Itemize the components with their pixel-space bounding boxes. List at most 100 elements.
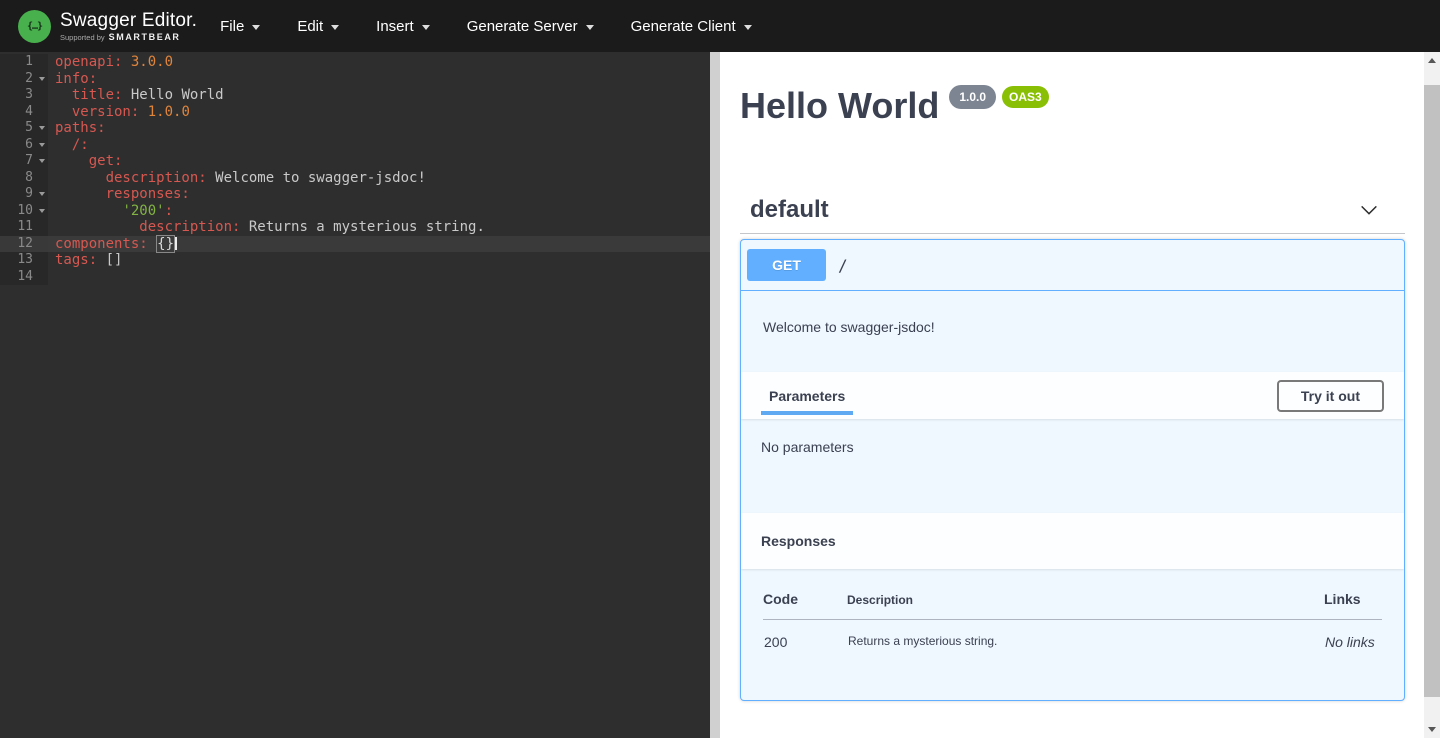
responses-title: Responses (761, 533, 836, 549)
editor-line-2: 2 info: (0, 71, 710, 88)
api-badges: 1.0.0 OAS3 (949, 85, 1048, 109)
operation-path[interactable]: / (838, 256, 848, 275)
code-text: components: {} (48, 236, 710, 253)
editor-line-8: 8 description: Welcome to swagger-jsdoc! (0, 170, 710, 187)
menu-generate-client[interactable]: Generate Client (631, 18, 752, 35)
menu-file[interactable]: File (220, 18, 260, 35)
code-text: tags: [] (48, 252, 710, 269)
pane-splitter[interactable] (710, 52, 720, 738)
line-number: 1 (0, 54, 36, 71)
tag-title: default (750, 196, 829, 224)
gutter-cell: 11 (0, 219, 48, 236)
editor-line-14: 14 (0, 269, 710, 286)
api-info: Hello World 1.0.0 OAS3 (740, 88, 1405, 124)
menu-bar: File Edit Insert Generate Server Generate Cl… (220, 18, 789, 35)
operation-summary[interactable]: GET / (741, 240, 1404, 291)
try-it-out-button[interactable]: Try it out (1277, 380, 1384, 412)
menu-label: Insert (376, 18, 414, 35)
yaml-editor[interactable]: 1openapi: 3.0.02info:3 title: Hello Worl… (0, 52, 710, 738)
code-text: description: Returns a mysterious string… (48, 219, 710, 236)
tab-parameters[interactable]: Parameters (761, 372, 853, 419)
line-number: 8 (0, 170, 36, 187)
responses-header: Responses (741, 513, 1404, 569)
code-text: openapi: 3.0.0 (48, 54, 710, 71)
editor-line-3: 3 title: Hello World (0, 87, 710, 104)
caret-down-icon (422, 25, 430, 30)
fold-arrow-icon[interactable] (39, 159, 45, 163)
fold-arrow-icon[interactable] (39, 192, 45, 196)
response-code: 200 (763, 620, 847, 652)
chevron-down-icon[interactable] (1358, 199, 1380, 221)
caret-down-icon (331, 25, 339, 30)
code-text: title: Hello World (48, 87, 710, 104)
swagger-logo-icon: {…} (18, 10, 51, 43)
operation-description: Welcome to swagger-jsdoc! (741, 291, 1404, 372)
editor-line-5: 5 paths: (0, 120, 710, 137)
responses-table-wrapper: Code Description Links 200 Returns a mys… (741, 569, 1404, 700)
code-text: paths: (48, 120, 710, 137)
menu-label: File (220, 18, 244, 35)
parameters-header: Parameters Try it out (741, 372, 1404, 419)
supported-by-label: Supported by (60, 33, 105, 42)
fold-arrow-icon[interactable] (39, 126, 45, 130)
brand-subtitle: Supported by SMARTBEAR (60, 32, 197, 42)
code-text: get: (48, 153, 710, 170)
line-number: 5 (0, 120, 36, 137)
fold-arrow-icon[interactable] (39, 209, 45, 213)
responses-table-header-row: Code Description Links (763, 591, 1382, 620)
tag-section-default[interactable]: default (740, 190, 1405, 234)
gutter-cell: 12 (0, 236, 48, 253)
brand-link[interactable]: {…} Swagger Editor. Supported by SMARTBE… (18, 10, 197, 43)
fold-arrow-icon[interactable] (39, 143, 45, 147)
gutter-cell: 1 (0, 54, 48, 71)
column-header-description: Description (847, 591, 1324, 620)
menu-generate-server[interactable]: Generate Server (467, 18, 594, 35)
preview-scrollbar[interactable] (1424, 52, 1440, 738)
gutter-cell: 10 (0, 203, 48, 220)
oas3-badge: OAS3 (1002, 86, 1049, 108)
column-header-code: Code (763, 591, 847, 620)
code-text: '200': (48, 203, 710, 220)
scrollbar-thumb[interactable] (1424, 85, 1440, 697)
responses-table: Code Description Links 200 Returns a mys… (763, 591, 1382, 651)
gutter-cell: 2 (0, 71, 48, 88)
gutter-cell: 7 (0, 153, 48, 170)
line-number: 9 (0, 186, 36, 203)
gutter-cell: 6 (0, 137, 48, 154)
gutter-cell: 3 (0, 87, 48, 104)
smartbear-label: SMARTBEAR (109, 32, 181, 42)
menu-label: Generate Server (467, 18, 578, 35)
editor-line-1: 1 openapi: 3.0.0 (0, 54, 710, 71)
api-title: Hello World (740, 88, 939, 124)
text-cursor (175, 237, 177, 250)
code-text: responses: (48, 186, 710, 203)
scrollbar-down-arrow-icon[interactable] (1424, 721, 1440, 738)
gutter-cell: 13 (0, 252, 48, 269)
method-badge-get[interactable]: GET (747, 249, 826, 281)
scrollbar-up-arrow-icon[interactable] (1424, 52, 1440, 69)
line-number: 13 (0, 252, 36, 269)
brand-text: Swagger Editor. Supported by SMARTBEAR (60, 11, 197, 42)
fold-arrow-icon[interactable] (39, 77, 45, 81)
column-header-links: Links (1324, 591, 1382, 620)
line-number: 3 (0, 87, 36, 104)
code-text: info: (48, 71, 710, 88)
gutter-cell: 5 (0, 120, 48, 137)
gutter-cell: 9 (0, 186, 48, 203)
editor-line-13: 13 tags: [] (0, 252, 710, 269)
code-text: description: Welcome to swagger-jsdoc! (48, 170, 710, 187)
version-badge: 1.0.0 (949, 85, 996, 109)
opblock-get-root: GET / Welcome to swagger-jsdoc! Paramete… (740, 239, 1405, 701)
line-number: 2 (0, 71, 36, 88)
line-number: 7 (0, 153, 36, 170)
brand-title: Swagger Editor. (60, 11, 197, 31)
editor-line-7: 7 get: (0, 153, 710, 170)
line-number: 11 (0, 219, 36, 236)
gutter-cell: 14 (0, 269, 48, 286)
response-description: Returns a mysterious string. (847, 620, 1324, 652)
menu-insert[interactable]: Insert (376, 18, 430, 35)
menu-edit[interactable]: Edit (297, 18, 339, 35)
line-number: 6 (0, 137, 36, 154)
editor-line-11: 11 description: Returns a mysterious str… (0, 219, 710, 236)
editor-line-6: 6 /: (0, 137, 710, 154)
